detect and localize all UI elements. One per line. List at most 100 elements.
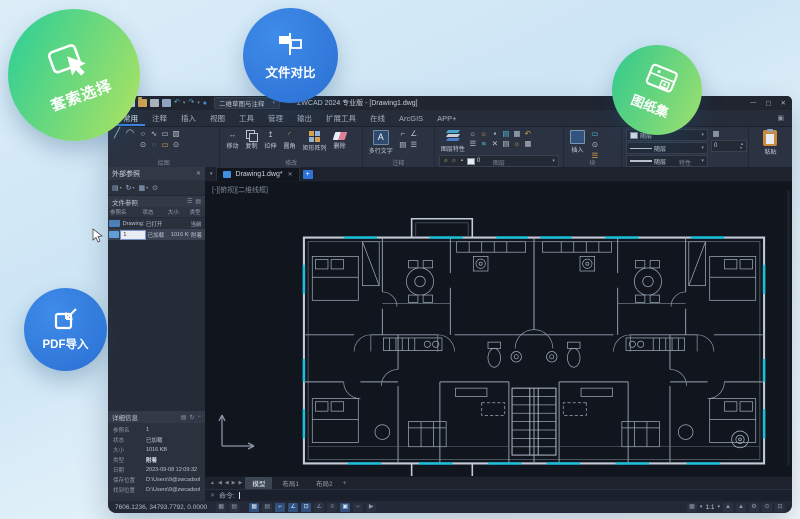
ortho-toggle[interactable]: ⌐ xyxy=(275,502,286,512)
viewport-controls[interactable]: [-][俯视][二维线框] xyxy=(212,185,268,195)
circle-tool-icon[interactable]: ○ xyxy=(138,129,148,139)
model-tab[interactable]: 模型 xyxy=(245,477,273,489)
layout1-tab[interactable]: 布局1 xyxy=(275,477,306,489)
model-badge-icon[interactable]: ▦ xyxy=(686,502,697,512)
layer-properties-button[interactable]: 图层特性 xyxy=(439,129,467,154)
polygon-tool-icon[interactable]: ▭ xyxy=(160,140,170,150)
ribbon-collapse-icon[interactable]: ▣ xyxy=(777,114,784,122)
redo-icon[interactable]: ↷ xyxy=(188,99,194,107)
lineweight-toggle[interactable]: ≡ xyxy=(327,502,338,512)
move-button[interactable]: ↔ 移动 xyxy=(224,129,240,151)
layer-on-icon[interactable]: ☼ xyxy=(468,129,478,139)
dyn-toggle[interactable]: ▣ xyxy=(340,502,351,512)
col-type[interactable]: 类型 xyxy=(188,208,205,216)
array-button[interactable]: 矩形阵列 xyxy=(301,129,329,153)
annotation-visibility-icon[interactable]: ▲ xyxy=(723,502,733,512)
panel-layers-label[interactable]: 图层 xyxy=(435,158,563,167)
prev2-layout-icon[interactable]: ◀ xyxy=(225,480,229,486)
panel-annotate-label[interactable]: 注释 xyxy=(363,158,434,167)
redo-caret-icon[interactable]: ▾ xyxy=(197,100,200,106)
tab-app[interactable]: APP+ xyxy=(430,111,463,125)
dim-style-icon[interactable]: ▤ xyxy=(398,140,408,150)
command-close-icon[interactable]: ✕ xyxy=(210,492,215,499)
layer-state-icon[interactable]: ▤ xyxy=(501,139,511,149)
dyn-ucs-toggle[interactable]: ⌐ xyxy=(353,502,364,512)
selection-cycling-toggle[interactable]: ▶ xyxy=(366,502,377,512)
close-button[interactable]: ✕ xyxy=(781,99,786,107)
isolate-objects-icon[interactable]: ⊙ xyxy=(762,502,772,512)
details-save-icon[interactable]: ▤ xyxy=(181,414,187,421)
details-collapse-icon[interactable]: − xyxy=(197,414,201,421)
new-document-tab-button[interactable]: + xyxy=(302,169,313,179)
line-tool-icon[interactable]: ╱ xyxy=(112,129,122,139)
col-size[interactable]: 大小 xyxy=(166,208,188,216)
tab-view[interactable]: 视图 xyxy=(203,110,232,126)
leader-icon[interactable]: ∠ xyxy=(409,129,419,139)
stretch-button[interactable]: ↥ 拉伸 xyxy=(262,129,278,151)
next2-layout-icon[interactable]: ▶ xyxy=(239,480,243,486)
layer-off-icon[interactable]: ☼ xyxy=(512,139,522,149)
tab-arcgis[interactable]: ArcGIS xyxy=(392,111,430,125)
help-button[interactable]: ⊙ xyxy=(152,184,158,192)
col-status[interactable]: 状态 xyxy=(140,208,165,216)
paste-button[interactable]: 粘贴 xyxy=(761,129,779,157)
block-editor-icon[interactable]: ⊙ xyxy=(590,140,600,150)
match-properties-icon[interactable]: ▦ xyxy=(711,129,721,139)
workspace-gear-icon[interactable]: ⚙ xyxy=(749,502,759,512)
layer-freeze-icon[interactable]: ☼ xyxy=(479,129,489,139)
create-block-icon[interactable]: ▭ xyxy=(590,129,600,139)
scale-caret-icon[interactable]: ▾ xyxy=(717,504,720,510)
panel-modify-label[interactable]: 修改 xyxy=(220,158,361,167)
osnap-toggle[interactable]: ⊡ xyxy=(301,502,312,512)
layer-prev-icon[interactable]: ↶ xyxy=(523,129,533,139)
panel-properties-label[interactable]: 特性 xyxy=(622,158,748,167)
text-style-icon[interactable]: ☰ xyxy=(409,140,419,150)
tab-output[interactable]: 输出 xyxy=(290,110,319,126)
next-layout-icon[interactable]: ▶ xyxy=(232,480,236,486)
copy-button[interactable]: 复制 xyxy=(243,129,259,151)
tab-close-icon[interactable]: ✕ xyxy=(288,171,293,178)
print-icon[interactable] xyxy=(150,99,159,107)
tab-tools[interactable]: 工具 xyxy=(232,110,261,126)
tree-view-icon[interactable]: ▤ xyxy=(195,198,201,205)
refresh-button[interactable]: ↻ ▾ xyxy=(126,184,135,192)
panel-block-label[interactable]: 块 xyxy=(564,158,621,167)
linear-dim-icon[interactable]: ⌐ xyxy=(398,129,408,139)
preview-icon[interactable] xyxy=(162,99,171,107)
xref-name-edit-input[interactable]: 1 xyxy=(120,229,146,240)
grid-toggle[interactable]: ▤ xyxy=(262,502,273,512)
spline-tool-icon[interactable]: ∿ xyxy=(149,129,159,139)
canvas-scrollbar[interactable] xyxy=(787,190,790,466)
xref-row-1[interactable]: 1 已加载 1016 KB 附着 xyxy=(108,229,205,240)
new-layout-button[interactable]: + xyxy=(343,480,347,487)
tab-list-caret-icon[interactable]: ▾ xyxy=(210,171,213,177)
undo-caret-icon[interactable]: ▾ xyxy=(183,100,186,106)
layout2-tab[interactable]: 布局2 xyxy=(309,477,340,489)
clean-screen-icon[interactable]: ⊡ xyxy=(775,502,785,512)
panel-draw-label[interactable]: 绘图 xyxy=(108,158,219,167)
annotation-scale-value[interactable]: 1:1 xyxy=(705,504,714,511)
prev-layout-icon[interactable]: ◀ xyxy=(218,480,222,486)
layer-lock-icon[interactable]: ▪ xyxy=(490,129,500,139)
layer-walk-icon[interactable]: ☰ xyxy=(468,139,478,149)
layer-del-icon[interactable]: ✕ xyxy=(490,139,500,149)
col-name[interactable]: 参照名 xyxy=(108,208,140,216)
attach-image-button[interactable]: ▦ ▾ xyxy=(139,184,149,192)
region-tool-icon[interactable]: ⊙ xyxy=(171,140,181,150)
first-layout-icon[interactable]: ▲ xyxy=(210,480,215,486)
tab-online[interactable]: 在线 xyxy=(363,110,392,126)
fillet-button[interactable]: ◜ 圆角 xyxy=(282,129,298,151)
insert-block-button[interactable]: 插入 xyxy=(568,129,587,155)
command-line[interactable]: ✕ 命令: xyxy=(205,489,792,501)
tab-express[interactable]: 扩展工具 xyxy=(319,110,363,126)
undo-icon[interactable]: ↶ xyxy=(174,99,180,107)
rectangle-tool-icon[interactable]: ▭ xyxy=(160,129,170,139)
model-badge-caret-icon[interactable]: ▾ xyxy=(700,504,703,510)
tab-annotate[interactable]: 注释 xyxy=(145,110,174,126)
open-file-icon[interactable] xyxy=(138,97,147,107)
details-refresh-icon[interactable]: ↻ xyxy=(189,414,194,421)
paper-space-icon[interactable]: ▤ xyxy=(229,502,240,512)
xref-row-drawing1[interactable]: Drawing1 已打开 当前 xyxy=(108,218,205,229)
snap-toggle[interactable]: ▦ xyxy=(249,502,260,512)
autoscale-icon[interactable]: ▲ xyxy=(736,502,746,512)
